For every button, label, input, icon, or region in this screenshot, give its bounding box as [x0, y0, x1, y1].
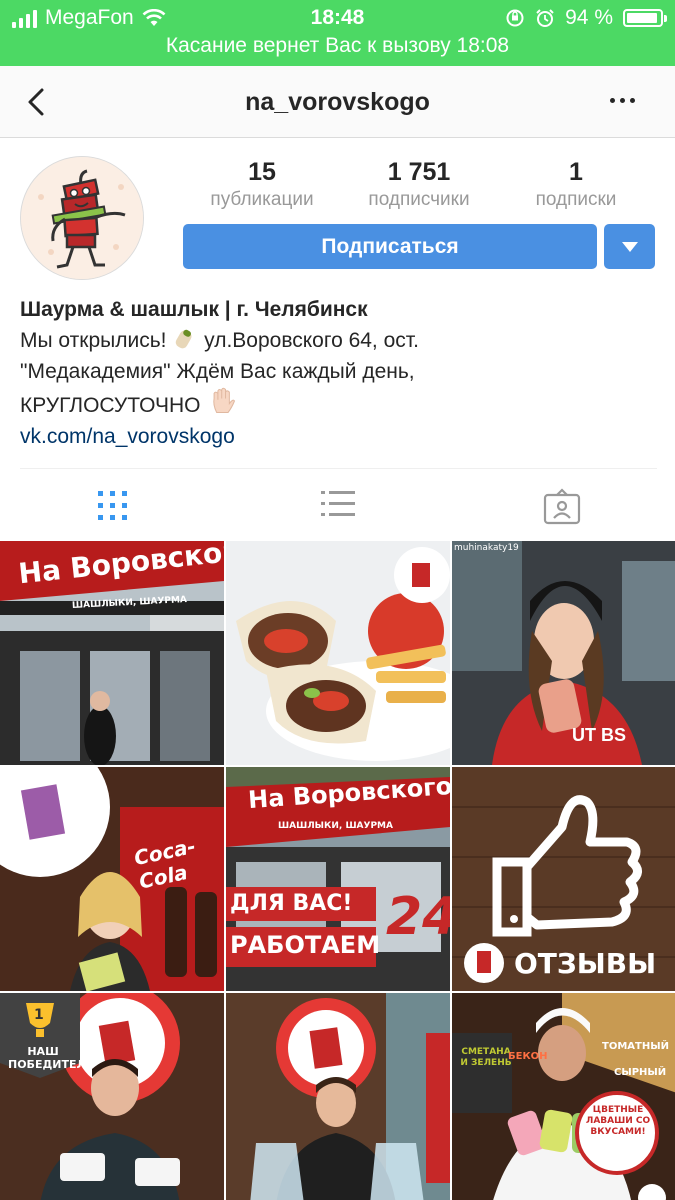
return-to-call-banner[interactable]: Касание вернет Вас к вызову 18:08 [0, 34, 675, 58]
post-winner-badge: 1 [34, 1007, 44, 1023]
post-tag-cheese: СЫРНЫЙ [614, 1067, 667, 1078]
ellipsis-icon[interactable] [610, 98, 635, 103]
posts-grid: На Воровского ШАШЛЫКИ, ШАУРМА UT BS muhi… [0, 541, 675, 1200]
post-tag-bacon: БЕКОН [508, 1051, 548, 1062]
bio-line-2: "Медакадемия" Ждём Вас каждый день, [20, 360, 415, 383]
post-thumbnail[interactable]: UT BS muhinakaty19 [452, 541, 675, 765]
stat-following-value: 1 [569, 158, 583, 186]
post-tag-username: muhinakaty19 [454, 543, 519, 553]
bio-line-1-end: ул.Воровского 64, ост. [204, 329, 419, 352]
post-thumbnail[interactable]: ОТЗЫВЫ [452, 767, 675, 991]
list-icon[interactable] [318, 487, 358, 527]
stat-following[interactable]: 1 подписки [496, 158, 656, 211]
raised-hand-icon [213, 387, 236, 413]
chevron-down-icon[interactable] [604, 224, 655, 269]
profile-view-tabs [0, 469, 675, 541]
stat-following-label: подписки [535, 189, 617, 210]
profile-bio: Шаурма & шашлык | г. Челябинск Мы открыл… [20, 294, 660, 452]
follow-button[interactable]: Подписаться [183, 224, 597, 269]
stat-followers-label: подписчики [368, 189, 470, 210]
bio-line-1: Мы открылись! ул.Воровского 64, ост. [20, 325, 660, 356]
post-tag-tomato: ТОМАТНЫЙ [602, 1041, 669, 1052]
bio-line-3-text: КРУГЛОСУТОЧНО [20, 394, 201, 417]
stat-followers-value: 1 751 [387, 158, 451, 186]
post-thumbnail[interactable]: 1 НАШ ПОБЕДИТЕЛЬ [0, 993, 224, 1200]
post-thumbnail[interactable]: СМЕТАНА И ЗЕЛЕНЬ ТОМАТНЫЙ СЫРНЫЙ БЕКОН Ц… [452, 993, 675, 1200]
battery-percent: 94 % [565, 6, 613, 29]
post-colored-lavash-label: ЦВЕТНЫЕ ЛАВАШИ СО ВКУСАМИ! [585, 1105, 651, 1137]
stat-posts-label: публикации [210, 189, 314, 210]
post-thumbnail[interactable]: valeriosina Coca-Cola [0, 767, 224, 991]
post-thumbnail[interactable]: На Воровского ШАШЛЫКИ, ШАУРМА ДЛЯ ВАС! Р… [226, 767, 450, 991]
post-winner-label: НАШ ПОБЕДИТЕЛЬ [8, 1045, 94, 1071]
post-tag-sour-cream: СМЕТАНА И ЗЕЛЕНЬ [460, 1047, 512, 1068]
post-thumbnail[interactable] [226, 993, 450, 1200]
profile-website-link[interactable]: vk.com/na_vorovskogo [20, 421, 660, 452]
svg-text:UT BS: UT BS [572, 725, 626, 745]
grid-icon[interactable] [92, 487, 132, 527]
stat-posts[interactable]: 15 публикации [182, 158, 342, 211]
tagged-icon[interactable] [542, 487, 582, 527]
navigation-bar: na_vorovskogo [0, 66, 675, 138]
orientation-lock-icon [506, 9, 524, 27]
post-banner-line-2: РАБОТАЕМ [230, 931, 381, 959]
stat-posts-value: 15 [248, 158, 276, 186]
bio-line-3: КРУГЛОСУТОЧНО [20, 387, 660, 421]
post-thumbnail[interactable] [226, 541, 450, 765]
stat-followers[interactable]: 1 751 подписчики [339, 158, 499, 211]
post-24h-badge: 24 [386, 887, 450, 947]
avatar[interactable] [20, 156, 144, 280]
burrito-icon [176, 329, 192, 349]
status-bar: MegaFon 18:48 94 % Касание вернет Вас к [0, 0, 675, 66]
profile-username: na_vorovskogo [245, 88, 430, 116]
alarm-icon [536, 9, 554, 27]
post-banner-line-1: ДЛЯ ВАС! [230, 891, 353, 916]
post-thumbnail[interactable]: На Воровского ШАШЛЫКИ, ШАУРМА [0, 541, 224, 765]
post-storefront-subtitle: ШАШЛЫКИ, ШАУРМА [278, 821, 393, 831]
bio-line-1-start: Мы открылись! [20, 329, 167, 352]
profile-display-name: Шаурма & шашлык | г. Челябинск [20, 298, 368, 321]
post-tag-username: valeriosina [2, 769, 51, 779]
post-reviews-label: ОТЗЫВЫ [514, 947, 657, 980]
battery-icon [623, 9, 667, 27]
profile-stats: 15 публикации 1 751 подписчики 1 подписк… [182, 158, 655, 212]
